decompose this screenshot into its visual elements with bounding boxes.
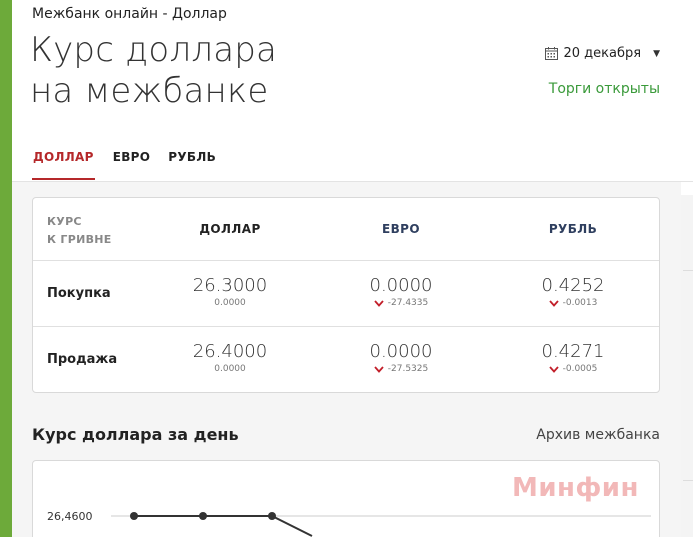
rate-change: 0.0000 xyxy=(165,298,295,308)
series-line xyxy=(134,515,313,537)
currency-tabs: ДОЛЛАР ЕВРО РУБЛЬ xyxy=(32,150,234,180)
table-row-sell: Продажа 26.4000 0.0000 0.0000 -27.5325 0… xyxy=(33,327,659,393)
row-label-buy: Покупка xyxy=(47,286,111,301)
rate-value: 26.3000 xyxy=(192,275,268,296)
rates-header-label-line-2: К ГРИВНЕ xyxy=(47,233,112,246)
rates-table: КУРС К ГРИВНЕ ДОЛЛАР ЕВРО РУБЛЬ Покупка … xyxy=(32,197,660,393)
date-picker[interactable]: 20 декабря ▼ xyxy=(544,46,660,61)
intraday-chart: Минфин 26,4600 xyxy=(32,460,660,537)
column-header-ruble: РУБЛЬ xyxy=(548,222,598,236)
rate-change: -27.5325 xyxy=(336,364,466,374)
chart-section-title: Курс доллара за день xyxy=(32,425,239,444)
page-title-line-1: Курс доллара xyxy=(30,30,278,70)
rate-value: 26.4000 xyxy=(192,341,268,362)
rate-change-value: -0.0013 xyxy=(562,298,598,308)
data-point[interactable] xyxy=(199,512,207,520)
rate-change: -0.0005 xyxy=(508,364,638,374)
rate-cell-buy-ruble: 0.4252 -0.0013 xyxy=(508,275,638,308)
y-tick-label: 26,4600 xyxy=(47,510,93,523)
column-header-euro: ЕВРО xyxy=(382,222,420,236)
rate-change: 0.0000 xyxy=(165,364,295,374)
rate-change-value: -27.4335 xyxy=(387,298,429,308)
column-header-dollar: ДОЛЛАР xyxy=(199,222,261,236)
rate-change-value: 0.0000 xyxy=(214,298,246,308)
tab-euro[interactable]: ЕВРО xyxy=(113,150,151,180)
arrow-down-icon xyxy=(374,365,384,373)
rate-change: -0.0013 xyxy=(508,298,638,308)
page-title-line-2: на межбанке xyxy=(30,71,269,111)
rates-header-label-line-1: КУРС xyxy=(47,215,82,228)
rate-value: 0.0000 xyxy=(369,275,433,296)
rates-header-label: КУРС К ГРИВНЕ xyxy=(47,213,112,249)
brand-side-bar xyxy=(0,0,12,537)
tabs-divider xyxy=(12,181,693,182)
arrow-down-icon xyxy=(374,299,384,307)
tab-dollar[interactable]: ДОЛЛАР xyxy=(32,150,95,180)
arrow-down-icon xyxy=(548,299,559,307)
rate-change: -27.4335 xyxy=(336,298,466,308)
arrow-down-icon xyxy=(548,365,559,373)
rate-value: 0.4271 xyxy=(541,341,605,362)
chart-canvas: 26,4600 xyxy=(47,510,651,537)
archive-link[interactable]: Архив межбанка xyxy=(536,427,660,443)
right-sidebar-divider xyxy=(683,270,693,271)
rate-change-value: 0.0000 xyxy=(214,364,246,374)
date-picker-label: 20 декабря xyxy=(563,46,642,61)
page-title: Курс доллара на межбанке xyxy=(30,30,277,112)
right-sidebar-divider xyxy=(683,480,693,481)
rate-change-value: -0.0005 xyxy=(562,364,598,374)
trading-status: Торги открыты xyxy=(548,81,660,97)
rate-cell-sell-ruble: 0.4271 -0.0005 xyxy=(508,341,638,374)
table-row-buy: Покупка 26.3000 0.0000 0.0000 -27.4335 0… xyxy=(33,261,659,327)
tab-ruble[interactable]: РУБЛЬ xyxy=(168,150,216,180)
rate-value: 0.0000 xyxy=(369,341,433,362)
data-point[interactable] xyxy=(130,512,138,520)
rate-cell-buy-euro: 0.0000 -27.4335 xyxy=(336,275,466,308)
rate-cell-sell-euro: 0.0000 -27.5325 xyxy=(336,341,466,374)
right-sidebar-edge xyxy=(681,195,693,537)
caret-down-icon: ▼ xyxy=(653,48,660,59)
breadcrumb[interactable]: Межбанк онлайн - Доллар xyxy=(32,6,227,22)
calendar-icon xyxy=(544,47,558,60)
data-point[interactable] xyxy=(268,512,276,520)
rates-table-header: КУРС К ГРИВНЕ ДОЛЛАР ЕВРО РУБЛЬ xyxy=(33,198,659,261)
rate-value: 0.4252 xyxy=(541,275,605,296)
row-label-sell: Продажа xyxy=(47,352,118,367)
rate-cell-buy-dollar: 26.3000 0.0000 xyxy=(165,275,295,308)
rate-cell-sell-dollar: 26.4000 0.0000 xyxy=(165,341,295,374)
rate-change-value: -27.5325 xyxy=(387,364,429,374)
